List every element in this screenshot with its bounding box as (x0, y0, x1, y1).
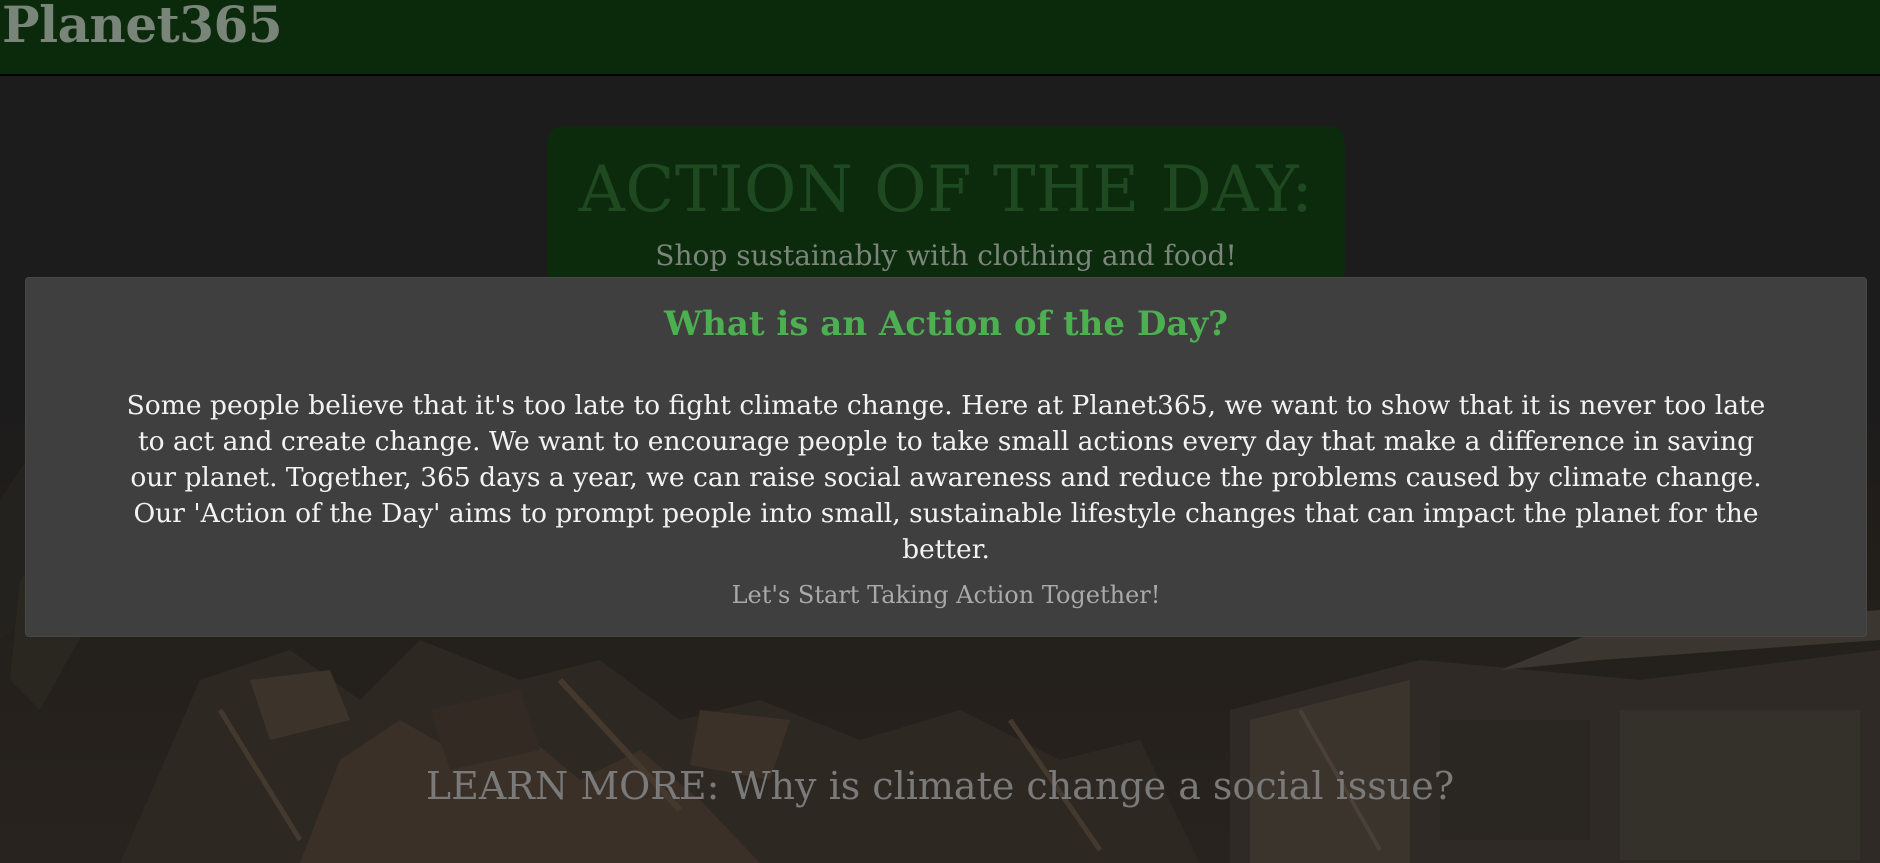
modal-body-text: Some people believe that it's too late t… (126, 390, 1766, 565)
action-of-the-day-info-modal: What is an Action of the Day? Some peopl… (26, 278, 1866, 636)
start-taking-action-button[interactable]: Let's Start Taking Action Together! (26, 578, 1866, 612)
modal-title: What is an Action of the Day? (663, 304, 1229, 344)
page: Planet365 ACTION OF THE DAY: Shop sustai… (0, 0, 1880, 863)
